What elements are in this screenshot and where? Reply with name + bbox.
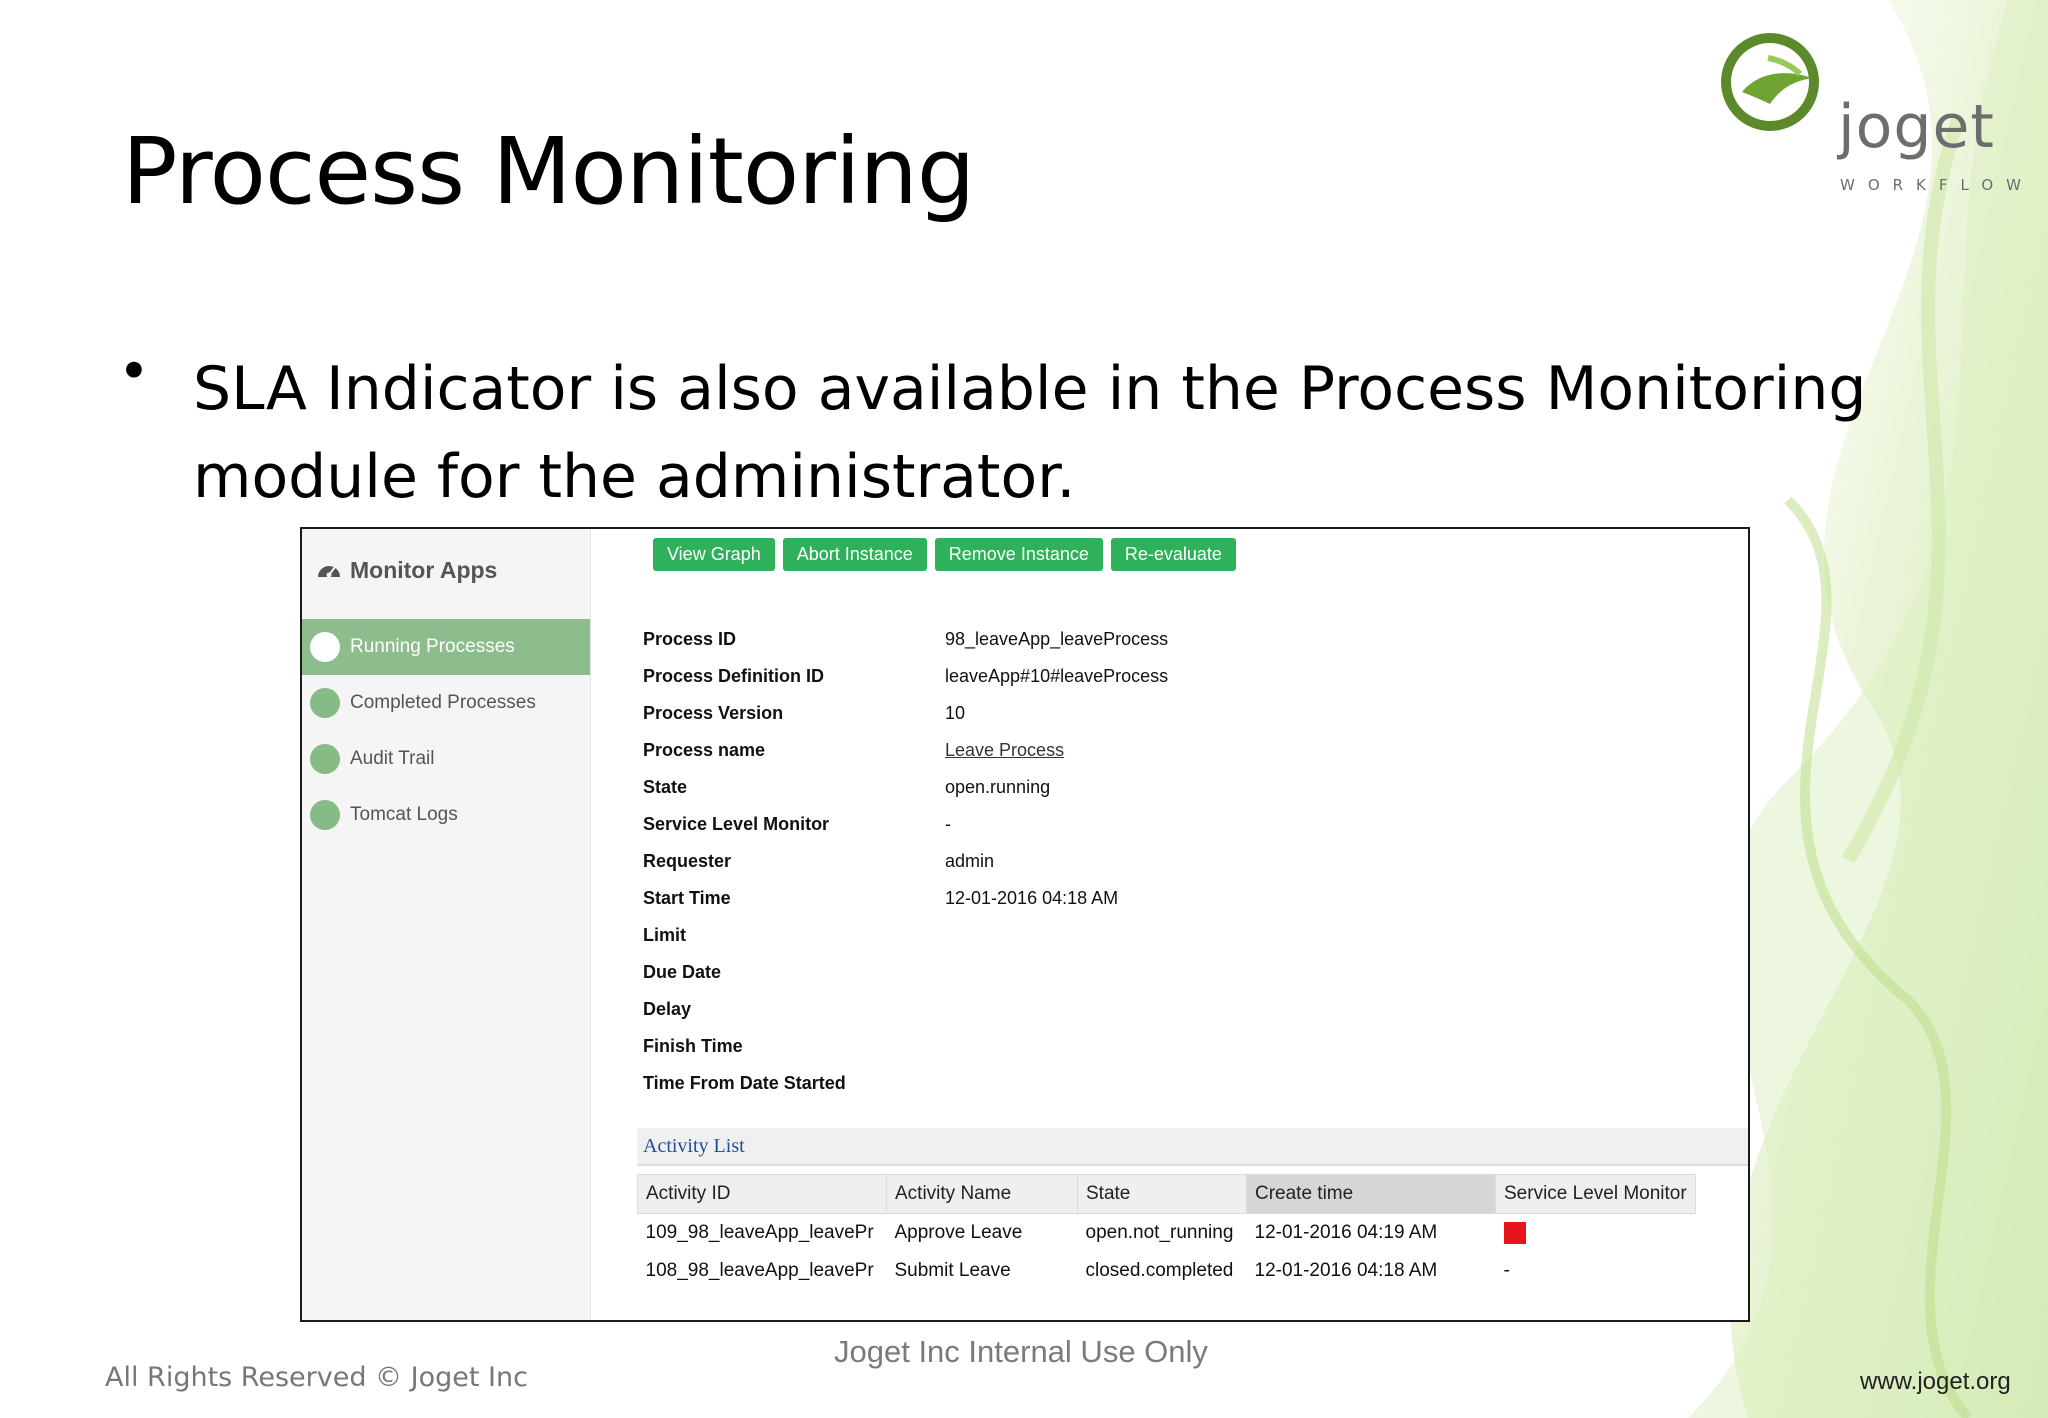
column-header-create-time[interactable]: Create time [1246,1174,1496,1214]
sidebar-item-completed-processes[interactable]: Completed Processes [302,675,590,731]
column-header-activity-id[interactable]: Activity ID [637,1174,887,1214]
sla-red-indicator-icon [1503,1221,1526,1244]
detail-value: - [945,814,951,834]
detail-value: admin [945,851,995,871]
activity-list-title: Activity List [643,1134,745,1157]
detail-label: State [643,777,688,797]
cell-activity-id: 108_98_leaveApp_leavePr [645,1260,874,1281]
process-details: Process ID 98_leaveApp_leaveProcess Proce… [643,621,1168,1102]
detail-row: Process Version 10 [643,695,1168,732]
detail-row: Service Level Monitor - [643,806,1168,843]
detail-row: Start Time 12-01-2016 04:18 AM [643,880,1168,917]
footer-copyright: All Rights Reserved © Joget Inc [105,1362,528,1393]
cell-state: closed.completed [1085,1260,1234,1281]
cell-activity-name: Approve Leave [894,1222,1023,1243]
detail-label: Time From Date Started [643,1073,846,1093]
column-header-state[interactable]: State [1077,1174,1247,1214]
logo-tagline: WORKFLOW [1840,176,2034,194]
detail-row: Time From Date Started [643,1065,1168,1102]
detail-label: Process Version [643,703,784,723]
circle-icon [310,744,340,774]
remove-instance-button[interactable]: Remove Instance [934,538,1103,571]
detail-label: Requester [643,851,732,871]
bullet-text: SLA Indicator is also available in the P… [193,354,1867,512]
detail-label: Finish Time [643,1036,743,1056]
bullet-icon: • [118,340,150,403]
toolbar: View Graph Abort Instance Remove Instanc… [653,538,1236,571]
detail-label: Process Definition ID [643,666,825,686]
cell-create-time: 12-01-2016 04:19 AM [1254,1222,1438,1243]
view-graph-button[interactable]: View Graph [653,538,775,571]
sidebar: Monitor Apps Running Processes Completed… [302,529,591,1320]
joget-logo-icon [1721,33,1819,131]
re-evaluate-button[interactable]: Re-evaluate [1110,538,1236,571]
detail-value: 98_leaveApp_leaveProcess [945,629,1169,649]
detail-row: Delay [643,991,1168,1028]
abort-instance-button[interactable]: Abort Instance [782,538,927,571]
cell-activity-name: Submit Leave [894,1260,1011,1281]
detail-row: Process name Leave Process [643,732,1168,769]
sidebar-item-label: Tomcat Logs [350,804,458,825]
detail-value: leaveApp#10#leaveProcess [945,666,1169,686]
sidebar-header: Monitor Apps [302,529,590,611]
detail-value: open.running [945,777,1051,797]
table-row[interactable]: 109_98_leaveApp_leavePr Approve Leave op… [638,1214,1696,1253]
detail-row: Requester admin [643,843,1168,880]
cell-state: open.not_running [1085,1222,1234,1243]
sidebar-item-audit-trail[interactable]: Audit Trail [302,731,590,787]
cell-sla [1496,1214,1696,1253]
cell-sla: - [1503,1260,1510,1281]
detail-row: Limit [643,917,1168,954]
process-name-link[interactable]: Leave Process [945,740,1064,761]
process-detail-panel: View Graph Abort Instance Remove Instanc… [591,529,1748,1320]
detail-row: Finish Time [643,1028,1168,1065]
column-header-service-level-monitor[interactable]: Service Level Monitor [1495,1174,1696,1214]
sidebar-item-running-processes[interactable]: Running Processes [302,619,590,675]
detail-value: 10 [945,703,966,723]
dashboard-icon [318,566,340,578]
sidebar-item-label: Running Processes [350,636,515,657]
circle-icon [310,800,340,830]
activity-table: Activity ID Activity Name State Create t… [637,1174,1696,1290]
detail-row: Due Date [643,954,1168,991]
table-header-row: Activity ID Activity Name State Create t… [637,1174,1696,1214]
detail-row: Process ID 98_leaveApp_leaveProcess [643,621,1168,658]
joget-logo: joget WORKFLOW [1720,30,2021,210]
detail-row: Process Definition ID leaveApp#10#leavePr… [643,658,1168,695]
cell-activity-id: 109_98_leaveApp_leavePr [645,1222,874,1243]
monitor-screenshot: Monitor Apps Running Processes Completed… [300,527,1750,1322]
sidebar-item-tomcat-logs[interactable]: Tomcat Logs [302,787,590,843]
detail-row: State open.running [643,769,1168,806]
activity-list-header: Activity List [637,1128,1748,1166]
detail-label: Process ID [643,629,737,649]
detail-label: Limit [643,925,686,945]
footer-confidentiality: Joget Inc Internal Use Only [834,1334,1208,1369]
detail-label: Process name [643,740,766,760]
detail-label: Delay [643,999,692,1019]
circle-icon [310,632,340,662]
logo-wordmark: joget [1838,92,1995,162]
detail-label: Due Date [643,962,722,982]
slide-title: Process Monitoring [122,118,975,225]
circle-icon [310,688,340,718]
detail-label: Start Time [643,888,731,908]
footer-website: www.joget.org [1860,1368,2011,1395]
column-header-activity-name[interactable]: Activity Name [886,1174,1078,1214]
sidebar-item-label: Completed Processes [350,692,536,713]
sidebar-item-label: Audit Trail [350,748,435,769]
detail-value: 12-01-2016 04:18 AM [945,888,1119,908]
table-row[interactable]: 108_98_leaveApp_leavePr Submit Leave clo… [638,1252,1696,1290]
cell-create-time: 12-01-2016 04:18 AM [1254,1260,1438,1281]
detail-label: Service Level Monitor [643,814,830,834]
sidebar-title: Monitor Apps [350,556,498,583]
